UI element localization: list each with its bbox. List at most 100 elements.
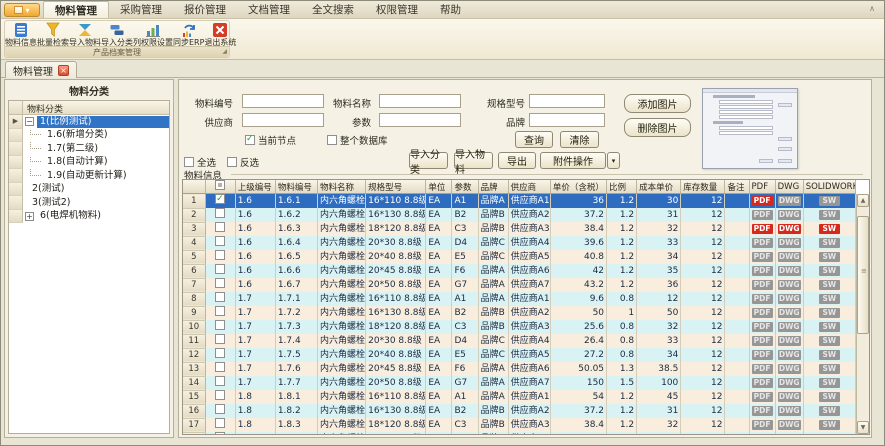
brand-input[interactable] — [529, 113, 605, 127]
column-header-code[interactable]: 物料编号 — [275, 180, 317, 194]
select-all-column-checkbox[interactable] — [215, 180, 225, 190]
column-header-cost[interactable]: 成本单价 — [637, 180, 681, 194]
scrollbar-thumb[interactable] — [857, 216, 869, 334]
dwg-badge[interactable]: DWG — [778, 392, 801, 402]
tree-item-1[interactable]: 1.6(新增分类) — [9, 129, 169, 143]
pdf-badge[interactable]: PDF — [752, 280, 773, 290]
row-checkbox[interactable] — [215, 236, 225, 246]
invert-selection-checkbox[interactable] — [227, 157, 237, 167]
dwg-badge[interactable]: DWG — [778, 196, 801, 206]
table-row[interactable]: 161.81.8.2内六角螺栓216*130 8.8级EAB2品牌B供应商A23… — [183, 404, 856, 418]
delete-image-button[interactable]: 删除图片 — [624, 118, 691, 137]
tree-item-2[interactable]: 1.7(第二级) — [9, 142, 169, 156]
ribbon-tab-material[interactable]: 物料管理 — [43, 1, 109, 18]
table-row[interactable]: 81.71.7.1内六角螺栓116*110 8.8级EAA1品牌A供应商A19.… — [183, 292, 856, 306]
param-input[interactable] — [379, 113, 461, 127]
row-checkbox[interactable] — [215, 362, 225, 372]
pdf-badge[interactable]: PDF — [752, 238, 773, 248]
column-header-ratio[interactable]: 比例 — [607, 180, 637, 194]
table-row[interactable]: 171.81.8.3内六角螺栓318*120 8.8级EAC3品牌B供应商A33… — [183, 418, 856, 432]
table-row[interactable]: 31.61.6.3内六角螺栓318*120 8.8级EAC3品牌B供应商A338… — [183, 222, 856, 236]
row-checkbox[interactable] — [215, 348, 225, 358]
export-button[interactable]: 导出 — [498, 152, 536, 169]
column-header-note[interactable]: 备注 — [725, 180, 749, 194]
invert-selection-option[interactable]: 反选 — [227, 155, 259, 169]
sw-badge[interactable]: SW — [819, 392, 840, 402]
column-permission-button[interactable]: 列权限设置 — [133, 21, 173, 48]
table-vertical-scrollbar[interactable]: ▲ ▼ — [856, 194, 869, 434]
collapse-ribbon-button[interactable]: ∧ — [869, 4, 875, 13]
column-header-check[interactable] — [205, 180, 235, 194]
current-node-option[interactable]: 当前节点 — [245, 133, 296, 147]
import-material-button[interactable]: 导入物料 — [454, 152, 493, 169]
sw-badge[interactable]: SW — [819, 252, 840, 262]
tree-item-0[interactable]: ▶−1(比例测试) — [9, 115, 169, 129]
dwg-badge[interactable]: DWG — [778, 224, 801, 234]
sw-badge[interactable]: SW — [819, 336, 840, 346]
attachment-ops-button[interactable]: 附件操作 — [540, 152, 606, 169]
table-row[interactable]: 91.71.7.2内六角螺栓216*130 8.8级EAB2品牌B供应商A250… — [183, 306, 856, 320]
column-header-brand[interactable]: 品牌 — [478, 180, 508, 194]
table-row[interactable]: 101.71.7.3内六角螺栓318*120 8.8级EAC3品牌B供应商A32… — [183, 320, 856, 334]
spec-model-input[interactable] — [529, 94, 605, 108]
column-header-pdf[interactable]: PDF — [749, 180, 775, 194]
column-header-rownum[interactable] — [183, 180, 205, 194]
table-row[interactable]: 61.61.6.6内六角螺栓620*45 8.8级EAF6品牌A供应商A6421… — [183, 264, 856, 278]
tree-item-7[interactable]: +6(电焊机物料) — [9, 210, 169, 224]
pdf-badge[interactable]: PDF — [752, 392, 773, 402]
row-checkbox[interactable] — [215, 208, 225, 218]
sw-badge[interactable]: SW — [819, 238, 840, 248]
scroll-up-icon[interactable]: ▲ — [857, 194, 869, 207]
column-header-spec[interactable]: 规格型号 — [366, 180, 426, 194]
query-button[interactable]: 查询 — [515, 131, 553, 148]
attachment-ops-dropdown[interactable]: ▾ — [607, 152, 620, 169]
column-header-unit[interactable]: 单位 — [426, 180, 452, 194]
column-header-price[interactable]: 单价（含税） — [550, 180, 606, 194]
sw-badge[interactable]: SW — [819, 420, 840, 430]
material-name-input[interactable] — [379, 94, 461, 108]
pdf-badge[interactable]: PDF — [752, 378, 773, 388]
batch-search-button[interactable]: 批量检索 — [37, 21, 69, 48]
sw-badge[interactable]: SW — [819, 322, 840, 332]
row-checkbox[interactable] — [215, 432, 225, 435]
whole-db-option[interactable]: 整个数据库 — [327, 133, 388, 147]
table-row[interactable]: 181.81.8.4内六角螺栓420*30 8.8级EAD4品牌C供应商A439… — [183, 432, 856, 435]
ribbon-tab-document[interactable]: 文档管理 — [237, 1, 301, 18]
pdf-badge[interactable]: PDF — [752, 350, 773, 360]
select-all-option[interactable]: 全选 — [184, 155, 216, 169]
sw-badge[interactable]: SW — [819, 378, 840, 388]
material-code-input[interactable] — [242, 94, 324, 108]
pdf-badge[interactable]: PDF — [752, 210, 773, 220]
table-row[interactable]: 41.61.6.4内六角螺栓420*30 8.8级EAD4品牌C供应商A439.… — [183, 236, 856, 250]
row-checkbox[interactable] — [215, 404, 225, 414]
row-checkbox[interactable] — [215, 264, 225, 274]
sw-badge[interactable]: SW — [819, 224, 840, 234]
collapse-node-icon[interactable]: − — [25, 117, 34, 126]
column-header-name[interactable]: 物料名称 — [317, 180, 365, 194]
add-image-button[interactable]: 添加图片 — [624, 94, 691, 113]
pdf-badge[interactable]: PDF — [752, 266, 773, 276]
sync-erp-button[interactable]: 同步ERP — [173, 21, 204, 48]
sw-badge[interactable]: SW — [819, 434, 840, 435]
import-category-button[interactable]: 导入分类 — [101, 21, 133, 48]
dwg-badge[interactable]: DWG — [778, 210, 801, 220]
ribbon-tab-help[interactable]: 帮助 — [429, 1, 472, 18]
row-checkbox[interactable] — [215, 194, 225, 204]
table-row[interactable]: 111.71.7.4内六角螺栓420*30 8.8级EAD4品牌C供应商A426… — [183, 334, 856, 348]
document-tab-material[interactable]: 物料管理 × — [5, 61, 77, 78]
column-header-param[interactable]: 参数 — [452, 180, 478, 194]
pdf-badge[interactable]: PDF — [752, 322, 773, 332]
pdf-badge[interactable]: PDF — [752, 196, 773, 206]
row-checkbox[interactable] — [215, 376, 225, 386]
sw-badge[interactable]: SW — [819, 364, 840, 374]
row-checkbox[interactable] — [215, 278, 225, 288]
sw-badge[interactable]: SW — [819, 294, 840, 304]
table-row[interactable]: 71.61.6.7内六角螺栓720*50 8.8级EAG7品牌A供应商A743.… — [183, 278, 856, 292]
dwg-badge[interactable]: DWG — [778, 336, 801, 346]
row-checkbox[interactable] — [215, 222, 225, 232]
sw-badge[interactable]: SW — [819, 308, 840, 318]
table-row[interactable]: 121.71.7.5内六角螺栓520*40 8.8级EAE5品牌C供应商A527… — [183, 348, 856, 362]
row-checkbox[interactable] — [215, 250, 225, 260]
row-checkbox[interactable] — [215, 418, 225, 428]
material-info-button[interactable]: 物料信息 — [5, 21, 37, 48]
